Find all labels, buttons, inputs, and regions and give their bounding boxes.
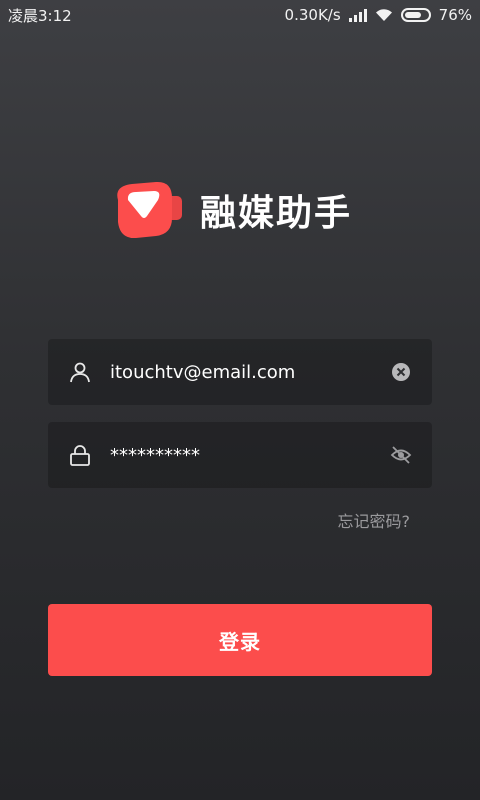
forgot-password-link[interactable]: 忘记密码?	[338, 508, 411, 532]
user-icon	[70, 362, 90, 383]
wifi-icon	[375, 9, 392, 21]
battery-percent: 76%	[438, 6, 472, 24]
password-input[interactable]: **********	[110, 445, 382, 466]
network-speed: 0.30K/s	[284, 6, 341, 24]
signal-icon	[348, 8, 367, 22]
password-field[interactable]: **********	[48, 422, 432, 488]
status-indicators: 0.30K/s 76%	[285, 6, 472, 24]
eye-off-icon[interactable]	[390, 444, 412, 466]
camera-logo-icon	[117, 181, 182, 239]
status-bar: 凌晨3:12 0.30K/s 76%	[0, 0, 480, 30]
status-time: 凌晨3:12	[8, 6, 72, 25]
battery-icon	[400, 8, 431, 22]
email-input[interactable]	[110, 361, 382, 383]
app-name: 融媒助手	[200, 193, 353, 234]
lock-icon	[70, 445, 90, 466]
clear-icon[interactable]	[390, 361, 412, 383]
email-field[interactable]	[48, 339, 432, 405]
login-button[interactable]: 登录	[48, 604, 432, 676]
app-logo: 融媒助手	[110, 178, 352, 242]
